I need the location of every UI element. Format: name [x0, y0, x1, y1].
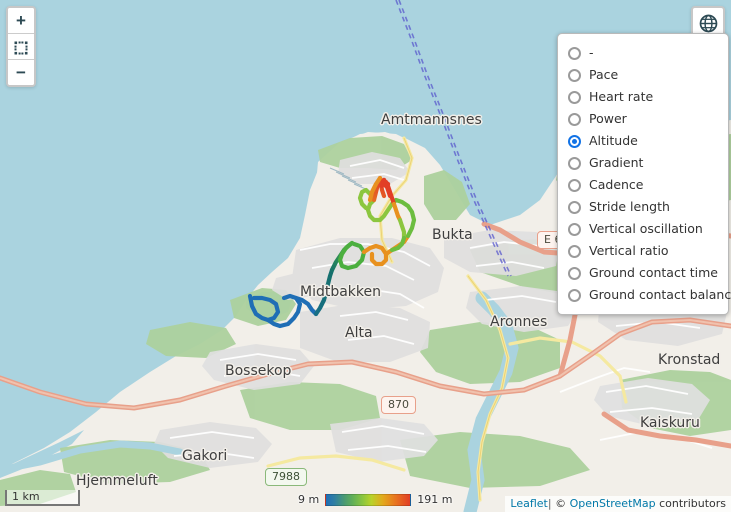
- metric-label-heart-rate: Heart rate: [589, 89, 654, 104]
- zoom-out-button[interactable]: −: [8, 60, 34, 85]
- metric-label-ground-contact-balance: Ground contact balance: [589, 287, 731, 302]
- radio-icon-vertical-ratio[interactable]: [568, 244, 581, 258]
- metric-selector-panel: - Pace Heart rate Power Altitude Gradien…: [557, 33, 731, 315]
- radio-icon-heart-rate[interactable]: [568, 90, 581, 104]
- metric-option-power[interactable]: Power: [558, 108, 728, 130]
- road-shield-7988: 7988: [265, 468, 307, 486]
- radio-icon-none[interactable]: [568, 46, 581, 60]
- metric-option-cadence[interactable]: Cadence: [558, 174, 728, 196]
- metric-option-none[interactable]: -: [558, 42, 728, 64]
- radio-icon-power[interactable]: [568, 112, 581, 126]
- map-attribution: Leaflet| © OpenStreetMap contributors: [505, 496, 731, 512]
- map-label-hjemmeluft: Hjemmeluft: [76, 473, 158, 489]
- zoom-control: + −: [6, 6, 36, 87]
- radio-icon-pace[interactable]: [568, 68, 581, 82]
- radio-icon-gradient[interactable]: [568, 156, 581, 170]
- map-label-alta: Alta: [345, 325, 373, 341]
- map-application: Amtmannsnes Bukta Midtbakken Alta Aronne…: [0, 0, 731, 512]
- altitude-legend: 9 m 191 m: [298, 493, 452, 506]
- metric-option-altitude[interactable]: Altitude: [558, 130, 728, 152]
- metric-option-stride-length[interactable]: Stride length: [558, 196, 728, 218]
- metric-label-ground-contact-time: Ground contact time: [589, 265, 718, 280]
- radio-icon-cadence[interactable]: [568, 178, 581, 192]
- metric-label-stride-length: Stride length: [589, 199, 670, 214]
- metric-option-heart-rate[interactable]: Heart rate: [558, 86, 728, 108]
- map-label-bukta: Bukta: [432, 227, 473, 243]
- map-label-aronnes: Aronnes: [490, 314, 548, 330]
- attribution-copyright: ©: [555, 497, 570, 510]
- radio-icon-altitude[interactable]: [568, 134, 581, 148]
- openstreetmap-link[interactable]: OpenStreetMap: [570, 497, 656, 510]
- metric-option-ground-contact-time[interactable]: Ground contact time: [558, 262, 728, 284]
- radio-icon-vertical-oscillation[interactable]: [568, 222, 581, 236]
- radio-icon-ground-contact-balance[interactable]: [568, 288, 581, 302]
- metric-option-gradient[interactable]: Gradient: [558, 152, 728, 174]
- metric-label-power: Power: [589, 111, 627, 126]
- metric-label-cadence: Cadence: [589, 177, 644, 192]
- metric-label-vertical-oscillation: Vertical oscillation: [589, 221, 703, 236]
- metric-label-none: -: [589, 45, 594, 60]
- radio-icon-stride-length[interactable]: [568, 200, 581, 214]
- scale-bar: 1 km: [5, 490, 80, 506]
- contract-arrows-icon[interactable]: [8, 34, 34, 60]
- attribution-separator: |: [547, 497, 552, 510]
- metric-option-ground-contact-balance[interactable]: Ground contact balance: [558, 284, 731, 306]
- altitude-max-value: 191 m: [417, 493, 453, 506]
- map-label-bossekop: Bossekop: [225, 363, 292, 379]
- map-label-midtbakken: Midtbakken: [300, 284, 382, 300]
- metric-option-pace[interactable]: Pace: [558, 64, 728, 86]
- altitude-gradient-bar: [325, 493, 412, 506]
- map-label-kaiskuru: Kaiskuru: [640, 415, 700, 431]
- zoom-in-button[interactable]: +: [8, 8, 34, 34]
- metric-option-vertical-oscillation[interactable]: Vertical oscillation: [558, 218, 728, 240]
- metric-label-gradient: Gradient: [589, 155, 644, 170]
- metric-label-altitude: Altitude: [589, 133, 638, 148]
- map-label-gakori: Gakori: [182, 448, 228, 464]
- map-label-kronstad: Kronstad: [658, 352, 721, 368]
- metric-label-vertical-ratio: Vertical ratio: [589, 243, 669, 258]
- radio-icon-ground-contact-time[interactable]: [568, 266, 581, 280]
- metric-option-vertical-ratio[interactable]: Vertical ratio: [558, 240, 728, 262]
- leaflet-link[interactable]: Leaflet: [510, 497, 547, 510]
- attribution-suffix: contributors: [655, 497, 726, 510]
- map-label-amtmannsnes: Amtmannsnes: [381, 112, 482, 128]
- road-shield-870: 870: [381, 396, 416, 414]
- metric-label-pace: Pace: [589, 67, 619, 82]
- altitude-min-value: 9 m: [298, 493, 320, 506]
